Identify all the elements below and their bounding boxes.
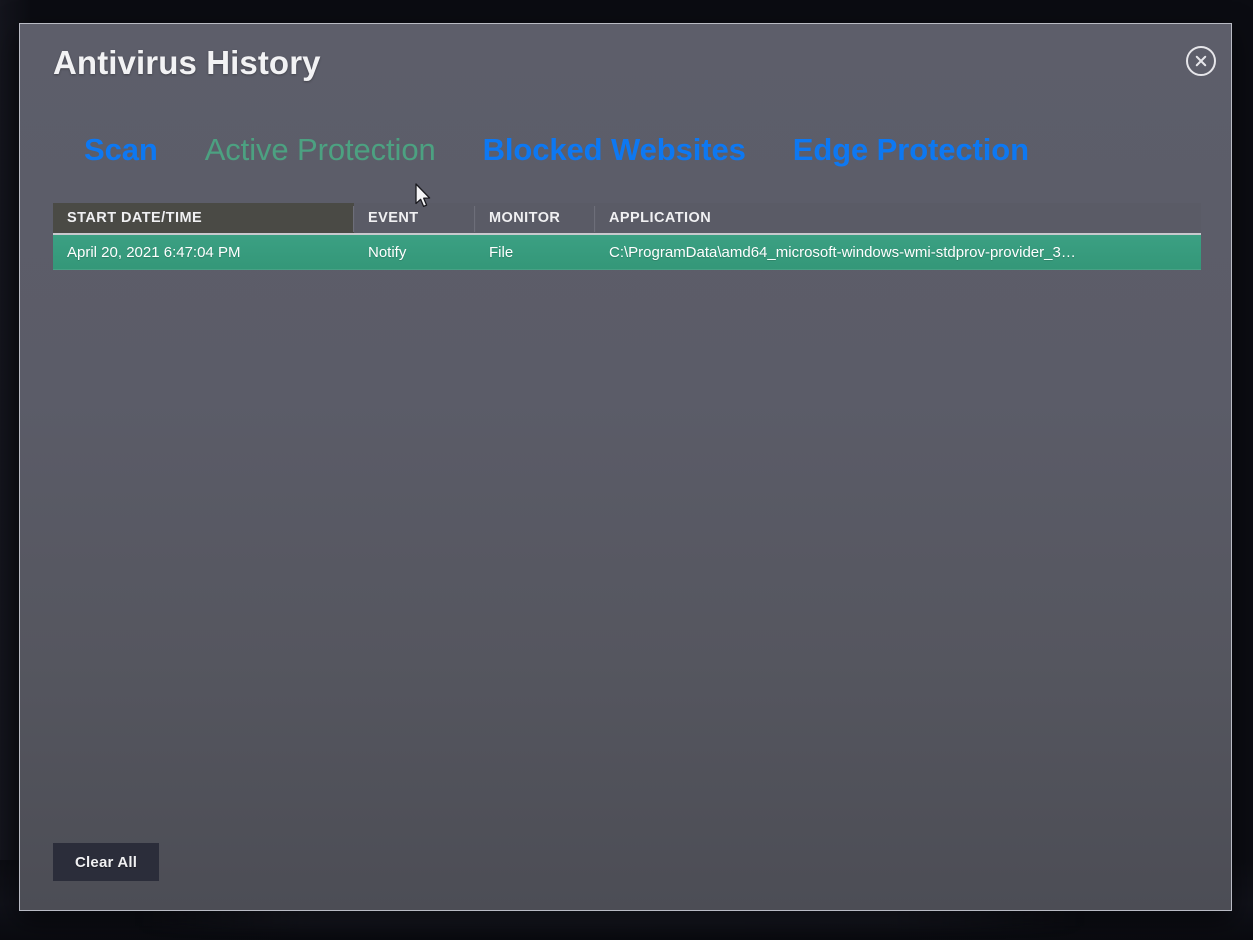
antivirus-history-dialog: Antivirus History Scan Active Protection…	[19, 23, 1232, 911]
column-header-start-datetime[interactable]: START DATE/TIME	[53, 203, 354, 233]
page-title: Antivirus History	[53, 44, 321, 82]
column-header-event[interactable]: EVENT	[354, 203, 475, 233]
tab-active-protection[interactable]: Active Protection	[205, 134, 436, 165]
column-header-monitor[interactable]: MONITOR	[475, 203, 595, 233]
close-icon[interactable]	[1186, 46, 1216, 76]
tab-scan[interactable]: Scan	[84, 134, 158, 165]
cell-start-datetime: April 20, 2021 6:47:04 PM	[53, 244, 354, 261]
clear-all-button[interactable]: Clear All	[53, 843, 159, 881]
tab-blocked-websites[interactable]: Blocked Websites	[483, 134, 746, 165]
history-tab-bar: Scan Active Protection Blocked Websites …	[84, 134, 1029, 165]
cell-application: C:\ProgramData\amd64_microsoft-windows-w…	[595, 244, 1201, 261]
table-header-row: START DATE/TIME EVENT MONITOR APPLICATIO…	[53, 203, 1201, 235]
history-table: START DATE/TIME EVENT MONITOR APPLICATIO…	[53, 203, 1201, 270]
cell-event: Notify	[354, 244, 475, 261]
table-body: April 20, 2021 6:47:04 PM Notify File C:…	[53, 235, 1201, 270]
cell-monitor: File	[475, 244, 595, 261]
tab-edge-protection[interactable]: Edge Protection	[793, 134, 1029, 165]
column-header-application[interactable]: APPLICATION	[595, 203, 1201, 233]
table-row[interactable]: April 20, 2021 6:47:04 PM Notify File C:…	[53, 235, 1201, 270]
